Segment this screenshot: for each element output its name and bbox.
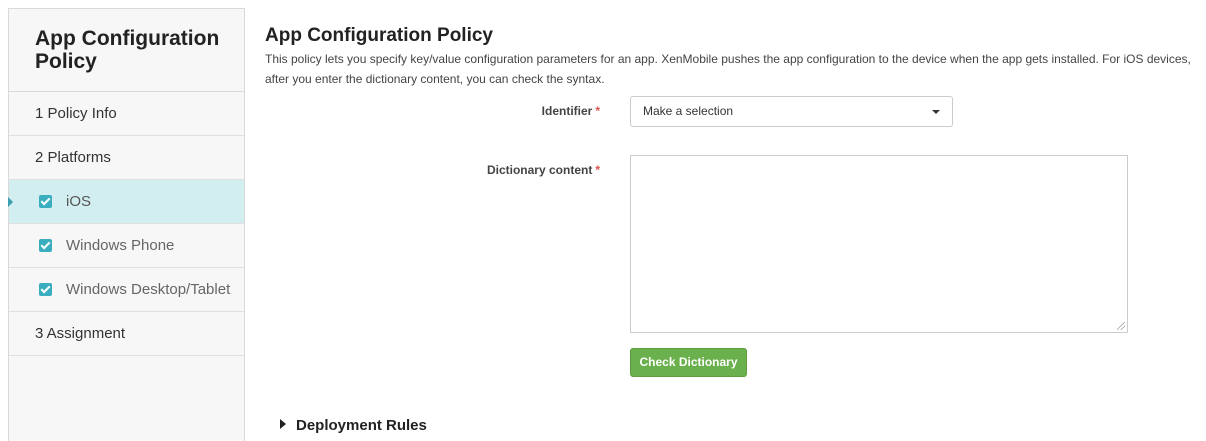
sidebar-title: App Configuration Policy	[35, 27, 220, 73]
sidebar-header: App Configuration Policy	[9, 9, 244, 92]
identifier-select-value: Make a selection	[643, 104, 734, 118]
required-marker: *	[595, 163, 600, 177]
checkbox-checked-icon[interactable]	[39, 282, 52, 296]
sidebar-item-label: 3 Assignment	[35, 325, 126, 342]
sidebar: App Configuration Policy 1 Policy Info 2…	[8, 8, 245, 441]
sidebar-item-label: Windows Phone	[66, 237, 175, 254]
dictionary-content-textarea[interactable]	[630, 155, 1128, 333]
identifier-label: Identifier *	[541, 104, 600, 118]
deployment-rules-toggle[interactable]: Deployment Rules	[280, 417, 427, 434]
checkbox-checked-icon[interactable]	[39, 238, 52, 252]
sidebar-item-windows-phone[interactable]: Windows Phone	[9, 224, 244, 268]
dictionary-content-label: Dictionary content *	[486, 163, 600, 177]
main-content: App Configuration Policy This policy let…	[265, 22, 1200, 434]
checkbox-checked-icon[interactable]	[39, 194, 52, 208]
identifier-select[interactable]: Make a selection	[630, 96, 953, 127]
sidebar-item-platforms[interactable]: 2 Platforms	[9, 136, 244, 180]
sidebar-item-policy-info[interactable]: 1 Policy Info	[9, 92, 244, 136]
deployment-rules-label: Deployment Rules	[296, 417, 427, 434]
page-description: This policy lets you specify key/value c…	[265, 52, 1191, 86]
sidebar-item-label: 2 Platforms	[35, 149, 111, 166]
sidebar-item-label: iOS	[66, 193, 92, 210]
required-marker: *	[595, 104, 600, 118]
sidebar-item-assignment[interactable]: 3 Assignment	[9, 312, 244, 356]
sidebar-item-ios[interactable]: iOS	[8, 180, 244, 224]
caret-right-icon	[280, 419, 286, 429]
chevron-down-icon	[932, 110, 940, 114]
active-indicator-icon	[8, 197, 13, 207]
page-title: App Configuration Policy	[265, 25, 493, 46]
sidebar-item-label: 1 Policy Info	[35, 105, 117, 122]
sidebar-item-windows-desktop-tablet[interactable]: Windows Desktop/Tablet	[9, 268, 244, 312]
sidebar-item-label: Windows Desktop/Tablet	[66, 281, 231, 298]
check-dictionary-button[interactable]: Check Dictionary	[630, 348, 747, 377]
resize-handle-icon[interactable]	[1117, 322, 1125, 330]
